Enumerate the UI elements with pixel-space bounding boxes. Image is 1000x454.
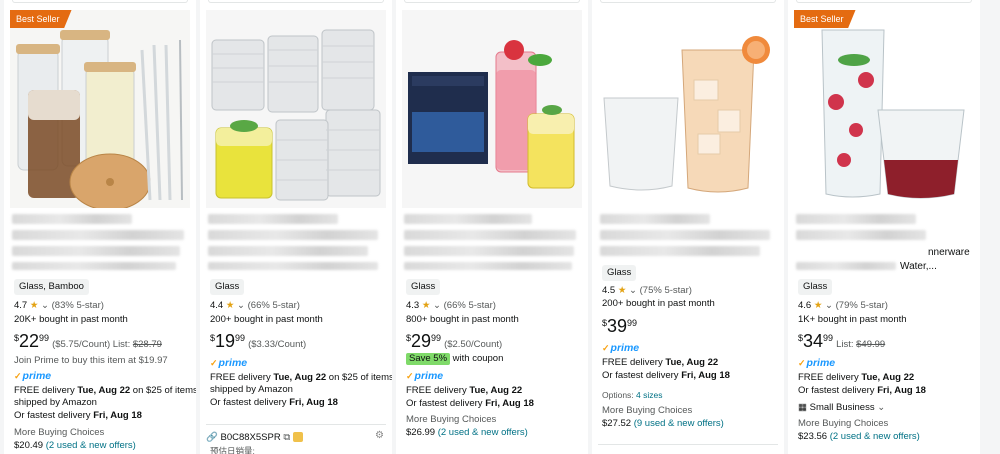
product-card[interactable]: Glass 4.3 ★ ⌄ (66% 5-star) 800+ bought i… [396, 0, 588, 454]
product-card[interactable]: Glass 4.5 ★ ⌄ (75% 5-star) 200+ bought i… [592, 0, 784, 454]
offers-link[interactable]: (9 used & new offers) [634, 418, 724, 429]
link-icon: 🔗 [206, 432, 218, 443]
options-row[interactable]: Options: 4 sizes [602, 389, 778, 401]
delivery-info: FREE delivery Tue, Aug 22 [798, 372, 915, 383]
delivery-info: FREE delivery Tue, Aug 22 on $25 of item… [14, 385, 196, 396]
delivery-info: FREE delivery Tue, Aug 22 [406, 385, 523, 396]
chevron-down-icon: ⌄ [825, 300, 833, 311]
product-grid: Best Seller Glass, Bamboo 4.7 ★ ⌄ (83% 5… [0, 0, 1000, 454]
product-image[interactable] [402, 10, 582, 208]
chevron-down-icon: ⌄ [629, 285, 637, 296]
price[interactable]: $2999($2.50/Count) [406, 332, 502, 350]
prime-logo: ✓prime [14, 370, 52, 382]
offers-row[interactable]: $27.52 (9 used & new offers) [602, 418, 778, 430]
copy-icon: ⧉ [283, 432, 291, 443]
bought-count: 200+ bought in past month [210, 314, 323, 325]
offers-link[interactable]: (2 used & new offers) [438, 427, 528, 438]
bought-count: 1K+ bought in past month [798, 314, 907, 325]
material-chip[interactable]: Glass [406, 279, 441, 295]
seller-tool-bar [598, 444, 778, 454]
chevron-down-icon: ⌄ [41, 300, 49, 311]
partial-title: Water,... [900, 261, 937, 272]
offers-link[interactable]: (2 used & new offers) [830, 431, 920, 442]
offers-row[interactable]: $20.49 (2 used & new offers) [14, 440, 190, 452]
asin-label[interactable]: 🔗 B0C88X5SPR ⧉ [206, 432, 304, 443]
save-badge: Save 5% [406, 353, 451, 365]
delivery-info: FREE delivery Tue, Aug 22 on $25 of item… [210, 372, 392, 383]
fastest-delivery: Or fastest delivery Fri, Aug 18 [798, 385, 926, 396]
product-image[interactable] [598, 10, 778, 208]
star-icon: ★ [813, 300, 823, 311]
sizes-link[interactable]: 4 sizes [636, 390, 662, 400]
chevron-down-icon: ⌄ [237, 300, 245, 311]
best-seller-badge: Best Seller [794, 10, 856, 28]
bought-count: 800+ bought in past month [406, 314, 519, 325]
more-buying-choices: More Buying Choices [14, 427, 105, 438]
product-image[interactable] [10, 10, 190, 208]
best-seller-badge: Best Seller [10, 10, 72, 28]
product-card[interactable]: Best Seller nnerware Water,... Glass 4.6… [788, 0, 980, 454]
store-icon: ▦ [798, 402, 807, 413]
fastest-delivery: Or fastest delivery Fri, Aug 18 [210, 397, 338, 408]
product-card[interactable]: Glass 4.4 ★ ⌄ (66% 5-star) 200+ bought i… [200, 0, 392, 454]
material-chip[interactable]: Glass [602, 265, 637, 281]
more-buying-choices: More Buying Choices [602, 405, 693, 416]
material-chip[interactable]: Glass [210, 279, 245, 295]
price[interactable]: $3499List: $49.99 [798, 332, 885, 350]
price[interactable]: $2299($5.75/Count) List: $28.79 [14, 332, 162, 350]
price[interactable]: $3999 [602, 317, 640, 335]
material-chip[interactable]: Glass [798, 279, 833, 295]
fastest-delivery: Or fastest delivery Fri, Aug 18 [406, 398, 534, 409]
material-chip[interactable]: Glass, Bamboo [14, 279, 89, 295]
tag-icon [293, 432, 304, 443]
blurred-title [12, 214, 132, 224]
chevron-down-icon: ⌄ [433, 300, 441, 311]
rating-row[interactable]: 4.3 ★ ⌄ (66% 5-star) [406, 300, 582, 312]
offers-row[interactable]: $26.99 (2 used & new offers) [406, 427, 582, 439]
rating-row[interactable]: 4.4 ★ ⌄ (66% 5-star) [210, 300, 386, 312]
delivery-info: FREE delivery Tue, Aug 22 [602, 357, 719, 368]
star-icon: ★ [617, 285, 627, 296]
rating-row[interactable]: 4.5 ★ ⌄ (75% 5-star) [602, 285, 778, 297]
bought-count: 200+ bought in past month [602, 298, 715, 309]
bought-count: 20K+ bought in past month [14, 314, 128, 325]
prime-promo: Join Prime to buy this item at $19.97 [14, 355, 168, 366]
more-buying-choices: More Buying Choices [798, 418, 889, 429]
fastest-delivery: Or fastest delivery Fri, Aug 18 [14, 410, 142, 421]
product-image[interactable] [206, 10, 386, 208]
prime-logo: ✓prime [210, 357, 248, 369]
gear-icon[interactable]: ⚙ [375, 430, 384, 441]
chevron-down-icon: ⌄ [877, 402, 886, 413]
product-card[interactable]: Best Seller Glass, Bamboo 4.7 ★ ⌄ (83% 5… [4, 0, 196, 454]
star-icon: ★ [29, 300, 39, 311]
prime-logo: ✓prime [602, 342, 640, 354]
price[interactable]: $1999($3.33/Count) [210, 332, 306, 350]
rating-row[interactable]: 4.6 ★ ⌄ (79% 5-star) [798, 300, 974, 312]
prime-logo: ✓prime [406, 370, 444, 382]
fastest-delivery: Or fastest delivery Fri, Aug 18 [602, 370, 730, 381]
partial-title: nnerware [928, 247, 970, 258]
coupon-row[interactable]: Save 5% with coupon [406, 353, 582, 365]
offers-row[interactable]: $23.56 (2 used & new offers) [798, 431, 974, 443]
product-image[interactable] [794, 10, 974, 208]
offers-link[interactable]: (2 used & new offers) [46, 440, 136, 451]
more-buying-choices: More Buying Choices [406, 414, 497, 425]
prime-logo: ✓prime [798, 357, 836, 369]
small-business-badge[interactable]: ▦ Small Business ⌄ [798, 402, 974, 414]
star-icon: ★ [225, 300, 235, 311]
rating-row[interactable]: 4.7 ★ ⌄ (83% 5-star) [14, 300, 190, 312]
star-icon: ★ [421, 300, 431, 311]
